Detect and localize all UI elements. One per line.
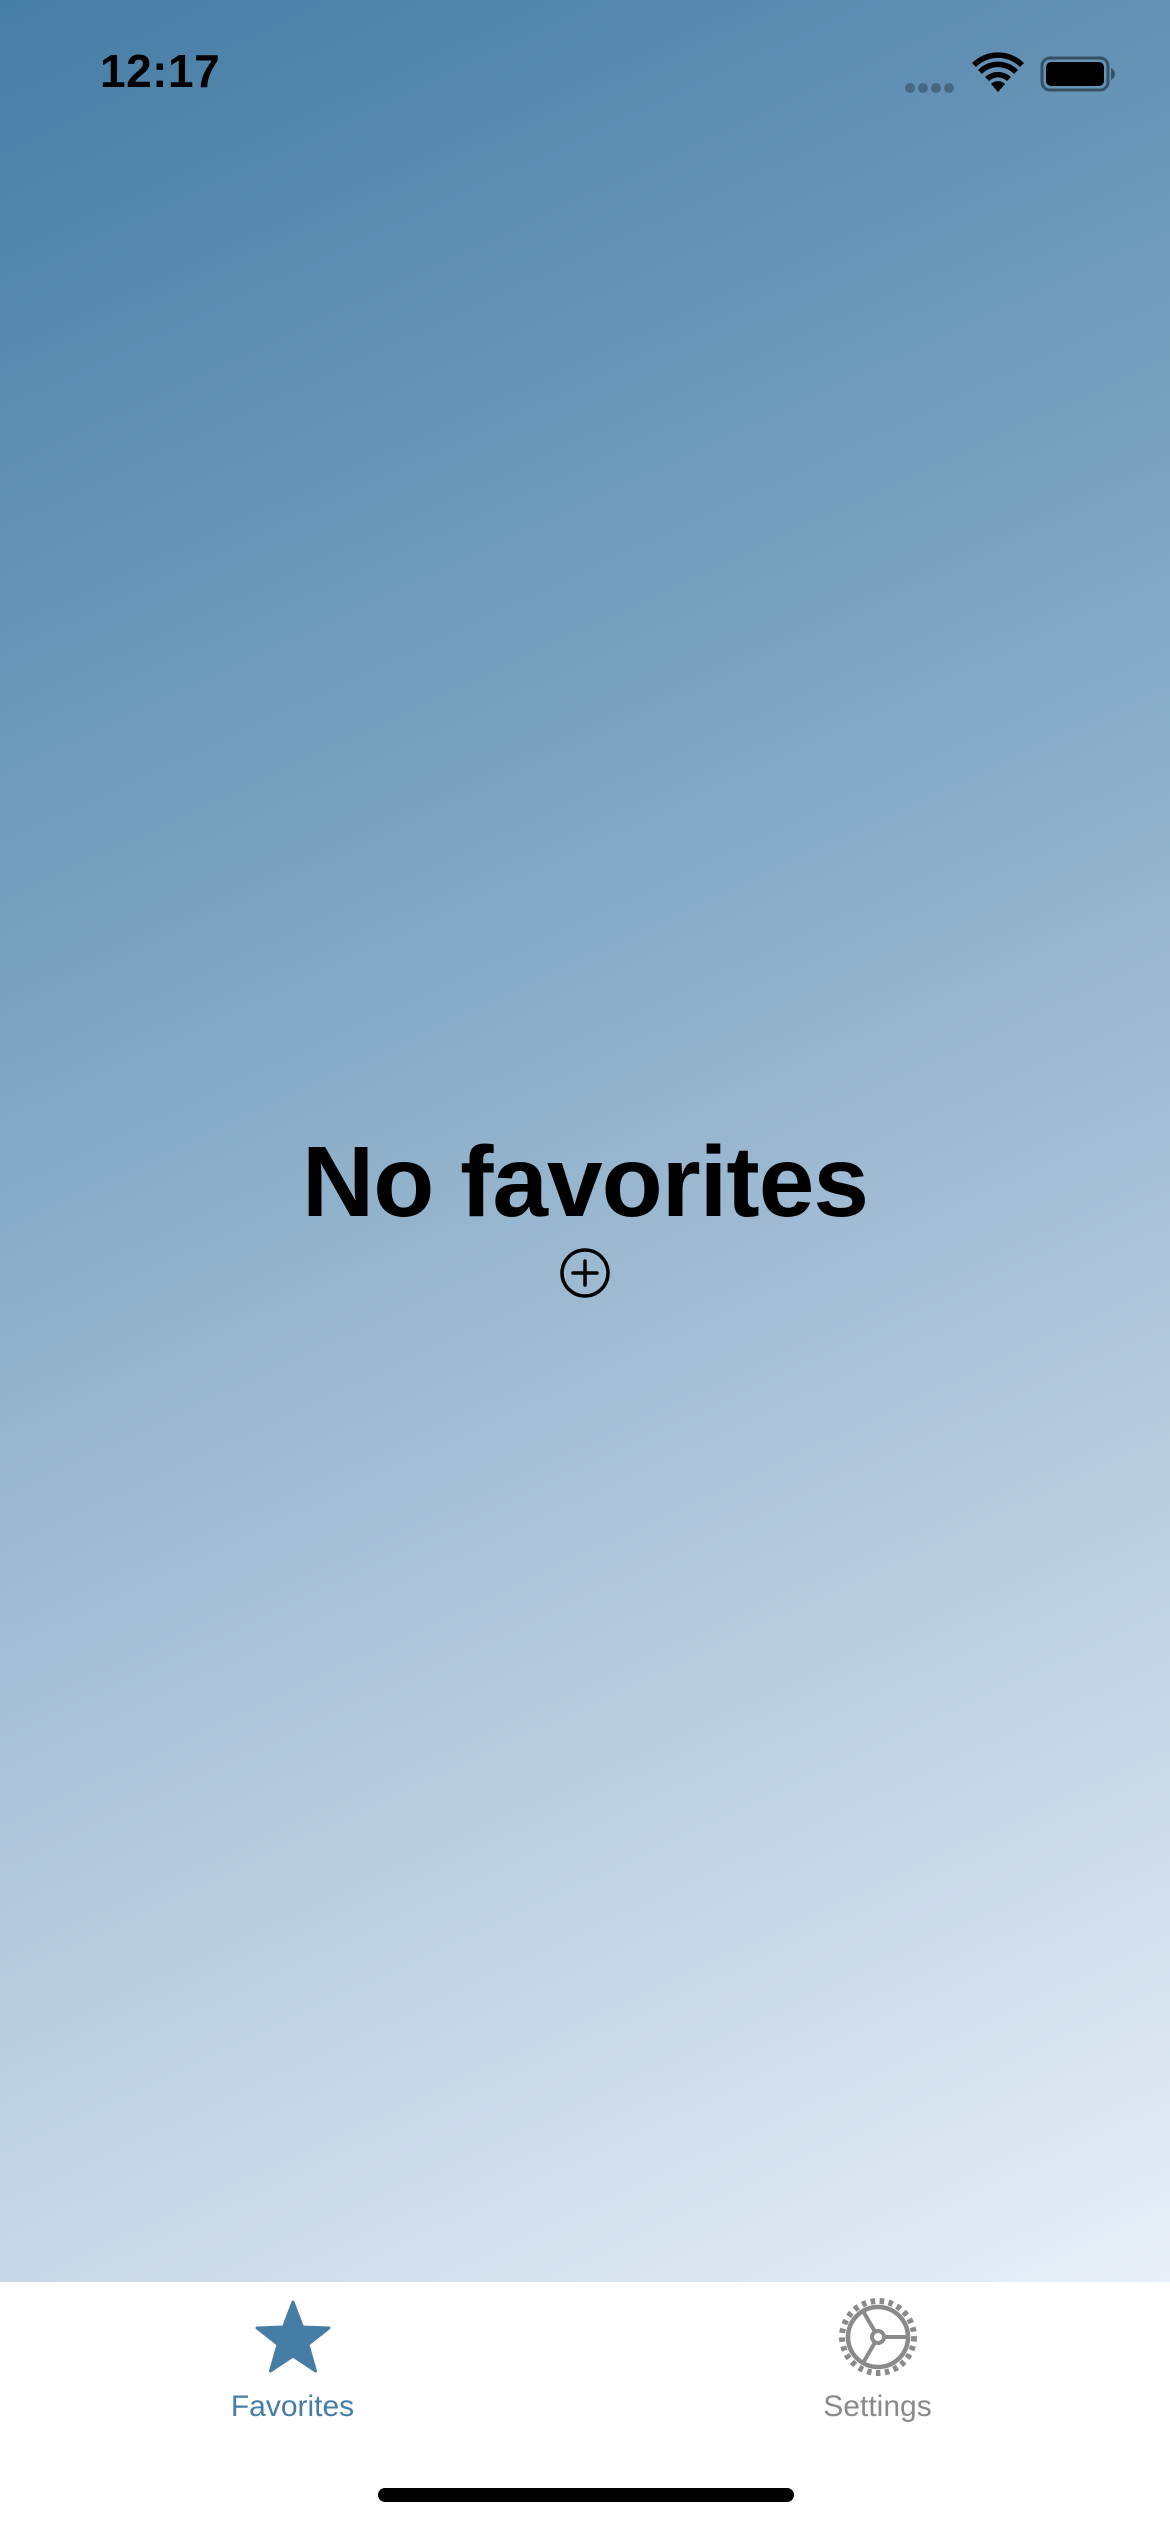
gear-icon [837, 2296, 919, 2378]
battery-icon [1040, 56, 1116, 92]
empty-state-title: No favorites [302, 1126, 869, 1238]
add-favorite-button[interactable] [559, 1247, 611, 1299]
tab-label-settings: Settings [823, 2390, 932, 2423]
tab-favorites[interactable]: Favorites [0, 2282, 585, 2462]
wifi-icon [972, 52, 1024, 94]
tab-settings[interactable]: Settings [585, 2282, 1170, 2462]
tab-label-favorites: Favorites [230, 2390, 355, 2423]
signal-icon [905, 80, 961, 93]
status-bar: 12:17 [0, 0, 1170, 140]
star-icon [252, 2296, 334, 2378]
home-indicator[interactable] [378, 2488, 794, 2502]
favorites-screen: 12:17 No favorites Favorites Settings [0, 0, 1170, 2532]
favorites-content: 12:17 No favorites [0, 0, 1170, 2282]
plus-circle-icon [560, 1248, 610, 1298]
status-time: 12:17 [100, 45, 221, 97]
